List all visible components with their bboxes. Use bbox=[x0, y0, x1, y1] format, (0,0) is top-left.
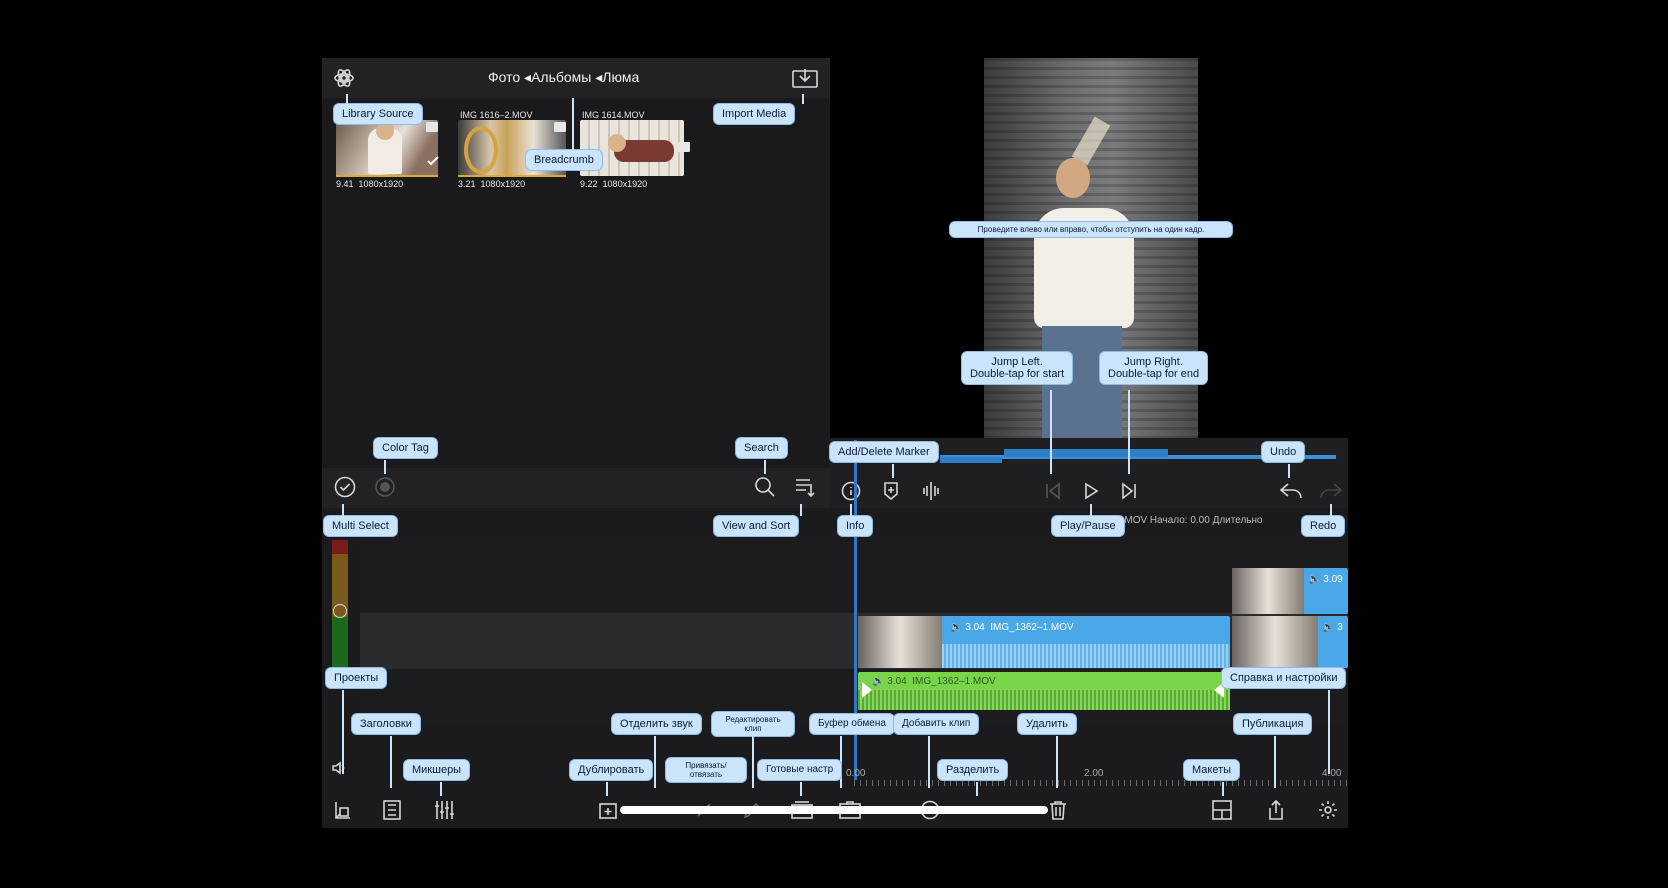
video-clip-upper-right[interactable]: 🔈 3.09 bbox=[1232, 568, 1348, 614]
tip-split: Разделить bbox=[938, 760, 1008, 796]
tip-add-marker: Add/Delete Marker bbox=[830, 442, 938, 478]
layouts-icon[interactable] bbox=[1210, 798, 1234, 822]
tip-view-sort: View and Sort bbox=[714, 504, 802, 536]
clip-2-selected-bar bbox=[458, 175, 566, 177]
color-tag-icon[interactable] bbox=[372, 474, 398, 500]
clip-right-label: 🔈 3.09 bbox=[1308, 574, 1343, 585]
duplicate-icon[interactable] bbox=[596, 798, 620, 822]
clip-2-name: IMG 1616–2.MOV bbox=[460, 110, 533, 120]
tip-layouts: Макеты bbox=[1184, 760, 1240, 796]
ruler-mid: 2.00 bbox=[1084, 768, 1104, 779]
mixers-icon[interactable] bbox=[432, 798, 456, 822]
tip-jump-left: Jump Left. Double-tap for start bbox=[962, 352, 1073, 474]
clip-1-badge-icon bbox=[426, 122, 438, 132]
split-marker-icon[interactable] bbox=[918, 478, 944, 504]
scrubber-segment bbox=[1004, 449, 1168, 457]
tip-mixers: Микшеры bbox=[404, 760, 470, 796]
clip-3-name: IMG 1614.MOV bbox=[582, 110, 645, 120]
tip-import-media: Import Media bbox=[714, 94, 804, 124]
clip-main-label: 🔈 3.04 IMG_1362–1.MOV bbox=[950, 622, 1074, 633]
jump-left-icon[interactable] bbox=[1040, 478, 1066, 504]
play-icon[interactable] bbox=[1078, 478, 1104, 504]
tip-link-unlink: Привязать/ отвязать bbox=[666, 758, 746, 782]
clip-1-meta: 9.41 1080x1920 bbox=[336, 179, 404, 189]
tip-frame-hint: Проведите влево или вправо, чтобы отступ… bbox=[950, 222, 1232, 237]
clip-green-label: 🔈 3.04 IMG_1362–1.MOV bbox=[872, 676, 996, 687]
jump-right-icon[interactable] bbox=[1116, 478, 1142, 504]
scrubber-segment-2 bbox=[940, 457, 1002, 463]
tip-split-audio: Отделить звук bbox=[612, 714, 701, 788]
redo-icon[interactable] bbox=[1316, 478, 1346, 504]
tip-redo: Redo bbox=[1302, 504, 1345, 536]
tip-duplicate: Дублировать bbox=[570, 760, 653, 796]
clip-right2-label: 🔈 3 bbox=[1322, 622, 1343, 633]
video-clip-right[interactable]: 🔈 3 bbox=[1232, 616, 1348, 668]
ruler-end: 4.00 bbox=[1322, 768, 1342, 779]
tip-search: Search bbox=[736, 438, 787, 474]
clip-3-badge-icon bbox=[678, 142, 690, 152]
settings-gear-icon[interactable] bbox=[1316, 798, 1340, 822]
tip-delete: Удалить bbox=[1018, 714, 1076, 788]
clip-3-meta: 9.22 1080x1920 bbox=[580, 179, 648, 189]
trash-icon[interactable] bbox=[1046, 798, 1070, 822]
clip-1-selected-bar bbox=[336, 175, 438, 177]
tip-titles: Заголовки bbox=[352, 714, 420, 788]
tip-library-source: Library Source bbox=[334, 94, 422, 124]
checkmark-icon bbox=[426, 154, 440, 168]
breadcrumb[interactable]: Фото ◂Альбомы ◂Люма bbox=[488, 69, 639, 86]
tip-color-tag: Color Tag bbox=[374, 438, 437, 474]
view-sort-icon[interactable] bbox=[792, 474, 818, 500]
share-icon[interactable] bbox=[1264, 798, 1288, 822]
tip-help-settings: Справка и настройки bbox=[1222, 668, 1346, 774]
video-clip-main[interactable]: 🔈 3.04 IMG_1362–1.MOV bbox=[858, 616, 1230, 668]
multi-select-icon[interactable] bbox=[332, 474, 358, 500]
tip-projects: Проекты bbox=[326, 668, 387, 774]
add-marker-icon[interactable] bbox=[878, 478, 904, 504]
clip-2-meta: 3.21 1080x1920 bbox=[458, 179, 526, 189]
search-icon[interactable] bbox=[752, 474, 778, 500]
tip-breadcrumb: Breadcrumb bbox=[526, 98, 602, 170]
tip-multi-select: Multi Select bbox=[324, 504, 397, 536]
library-source-icon[interactable] bbox=[330, 64, 358, 92]
info-icon[interactable] bbox=[838, 478, 864, 504]
undo-icon[interactable] bbox=[1276, 478, 1306, 504]
tip-publish: Публикация bbox=[1234, 714, 1312, 788]
speaker-icon[interactable] bbox=[328, 758, 350, 778]
ruler-start: 0.00 bbox=[846, 768, 866, 779]
tip-presets: Готовые настр bbox=[758, 760, 842, 796]
tip-jump-right: Jump Right. Double-tap for end bbox=[1100, 352, 1208, 474]
tip-edit-clip: Редактировать клип bbox=[712, 712, 794, 788]
clip-2-badge-icon bbox=[554, 122, 566, 132]
tip-play-pause: Play/Pause bbox=[1052, 504, 1124, 536]
home-indicator bbox=[620, 806, 1048, 814]
audio-clip-green[interactable]: 🔈 3.04 IMG_1362–1.MOV bbox=[858, 672, 1230, 710]
audio-meter-knob[interactable] bbox=[333, 604, 347, 618]
clip-thumbnail-1[interactable] bbox=[336, 120, 438, 176]
tip-undo: Undo bbox=[1262, 442, 1305, 478]
tip-info: Info bbox=[838, 504, 873, 536]
luma-editor: Фото ◂Альбомы ◂Люма 9.41 1080x1920 IMG 1… bbox=[0, 0, 1668, 888]
import-media-icon[interactable] bbox=[790, 65, 820, 91]
tip-add-clip: Добавить клип bbox=[894, 714, 979, 788]
tip-clipboard: Буфер обмена bbox=[810, 714, 894, 788]
trim-handle-left[interactable] bbox=[862, 682, 872, 698]
projects-icon[interactable] bbox=[330, 798, 354, 822]
titles-icon[interactable] bbox=[380, 798, 404, 822]
